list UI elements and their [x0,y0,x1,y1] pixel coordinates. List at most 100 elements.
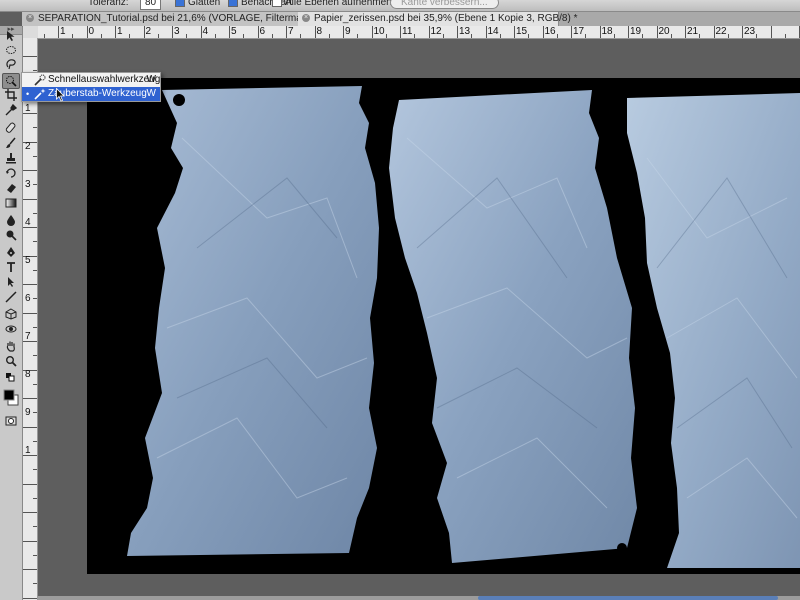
brush-tool-icon[interactable] [3,136,19,150]
ruler-tick [414,34,416,38]
horizontal-scrollbar[interactable] [38,596,800,600]
blur-tool-icon[interactable] [3,213,19,227]
all-layers-checkbox[interactable]: Alle Ebenen aufnehmen [272,0,392,10]
horizontal-ruler[interactable]: 1 0 1 2 3 4 5 6 7 8 9 10 11 12 13 14 15 16 17 18 19 20 21 22 23 [38,26,800,39]
dodge-tool-icon[interactable] [3,228,19,242]
hand-tool-icon[interactable] [3,339,19,353]
ruler-tick [33,212,37,214]
ruler-tick [457,26,458,38]
flyout-shortcut: W [146,88,156,99]
ruler-tick [33,412,37,414]
flyout-item-magic-wand[interactable]: • Zauberstab-Werkzeug W [22,87,160,101]
tools-panel: ▸▸ [0,26,23,600]
ruler-label: 5 [231,26,237,37]
ruler-label: 1 [25,103,31,114]
ruler-label: 7 [288,26,294,37]
close-icon[interactable]: × [26,14,34,23]
ruler-tick [300,34,302,38]
ruler-tick [585,34,587,38]
ruler-tick [33,440,37,442]
punch-hole [173,94,185,106]
ruler-tick [685,26,686,38]
zoom-tool-icon[interactable] [3,354,19,368]
options-bar: Toleranz: 80 Glätten Benachbart Alle Ebe… [0,0,800,12]
ruler-label: 9 [345,26,351,37]
ruler-tick [343,26,344,38]
ruler-tick [23,426,37,428]
close-icon[interactable]: × [302,14,310,23]
ruler-tick [243,34,245,38]
quick-selection-tool-icon[interactable] [2,73,20,89]
scrollbar-thumb[interactable] [478,596,778,600]
ruler-tick [742,26,743,38]
ruler-tick [485,26,487,38]
gradient-tool-icon[interactable] [3,196,19,210]
marquee-tool-icon[interactable] [3,43,19,57]
ruler-tick [670,34,672,38]
ruler-tick [23,512,37,513]
ruler-label: 2 [25,141,31,152]
ruler-tick [23,170,37,171]
antialias-label: Glätten [188,0,221,8]
punch-hole [617,543,627,553]
ruler-tick [33,127,37,129]
ruler-tick [100,34,102,38]
history-brush-tool-icon[interactable] [3,166,19,180]
ruler-tick [33,269,37,271]
quick-selection-icon [34,74,46,86]
crop-tool-icon[interactable] [3,88,19,102]
ruler-tick [656,26,658,38]
lasso-tool-icon[interactable] [3,57,19,71]
ruler-tick [542,26,544,38]
foreground-background-color-icon[interactable] [3,386,19,410]
tolerance-field[interactable]: 80 [140,0,162,10]
ruler-tick [400,26,401,38]
clone-stamp-tool-icon[interactable] [3,151,19,165]
ruler-tick [186,34,188,38]
ruler-tick [33,383,37,385]
refine-edge-label[interactable]: Kante verbessern... [390,0,499,9]
antialias-checkbox[interactable]: Glätten [175,0,220,10]
image-canvas[interactable] [87,78,800,574]
ruler-label: 8 [25,369,31,380]
vertical-ruler[interactable]: 1 2 3 4 5 6 7 8 9 1 [23,38,38,600]
ruler-tick [33,298,37,300]
ruler-label: 11 [402,26,413,37]
tab-papier-zerissen[interactable]: × Papier_zerissen.psd bei 35,9% (Ebene 1 … [298,12,578,26]
mouse-cursor-icon [56,88,65,102]
line-tool-icon[interactable] [3,290,19,304]
ruler-tick [628,26,629,38]
refine-edge-button[interactable]: Kante verbessern... [390,0,499,10]
eraser-tool-icon[interactable] [3,181,19,195]
antialias-check[interactable] [175,0,185,8]
tolerance-value[interactable]: 80 [140,0,162,10]
move-tool-icon[interactable] [3,29,19,43]
ruler-tick [157,34,159,38]
3d-orbit-tool-icon[interactable] [3,322,19,336]
ruler-label: 0 [88,26,95,37]
quick-mask-icon[interactable] [3,414,19,428]
healing-brush-tool-icon[interactable] [3,121,19,135]
ruler-tick [43,34,45,38]
contiguous-check[interactable] [228,0,238,8]
pen-tool-icon[interactable] [3,245,19,259]
type-tool-icon[interactable] [3,260,19,274]
all-layers-check[interactable] [272,0,282,8]
path-selection-tool-icon[interactable] [3,275,19,289]
ruler-label: 9 [25,407,31,418]
ruler-tick [371,26,373,38]
ruler-tick [613,34,615,38]
ruler-tick [33,155,37,157]
ruler-tick [172,26,173,38]
ruler-label: 4 [25,217,31,228]
3d-rotate-tool-icon[interactable] [3,307,19,321]
flyout-item-quick-selection[interactable]: Schnellauswahlwerkzeug W [22,73,160,87]
default-colors-icon[interactable] [3,371,19,385]
eyedropper-tool-icon[interactable] [3,103,19,117]
ruler-tick [86,26,88,38]
tab-label: Papier_zerissen.psd bei 35,9% (Ebene 1 K… [314,13,578,24]
ruler-label: 14 [487,26,499,37]
ruler-tick [23,312,37,314]
tab-separation-tutorial[interactable]: × SEPARATION_Tutorial.psd bei 21,6% (VORL… [22,12,329,26]
selected-bullet: • [26,89,30,99]
